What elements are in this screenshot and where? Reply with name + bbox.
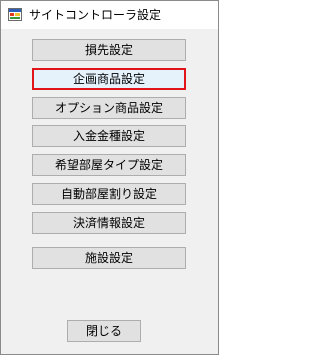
menu-button-6[interactable]: 決済情報設定: [32, 212, 186, 234]
window-title: サイトコントローラ設定: [29, 8, 162, 22]
menu-button-4[interactable]: 希望部屋タイプ設定: [32, 154, 186, 176]
menu-button-5[interactable]: 自動部屋割り設定: [32, 183, 186, 205]
menu-button-7[interactable]: 施設設定: [32, 247, 186, 269]
site-controller-settings-window: サイトコントローラ設定 損先設定 企画商品設定 オプション商品設定 入金金種設定…: [0, 0, 219, 355]
client-area: 損先設定 企画商品設定 オプション商品設定 入金金種設定 希望部屋タイプ設定 自…: [1, 29, 218, 354]
menu-button-2[interactable]: オプション商品設定: [32, 97, 186, 119]
menu-button-0[interactable]: 損先設定: [32, 39, 186, 61]
menu-button-1[interactable]: 企画商品設定: [32, 68, 186, 90]
menu-button-3[interactable]: 入金金種設定: [32, 125, 186, 147]
close-button[interactable]: 閉じる: [67, 320, 141, 342]
app-icon: [8, 8, 22, 21]
title-bar: サイトコントローラ設定: [1, 1, 218, 29]
